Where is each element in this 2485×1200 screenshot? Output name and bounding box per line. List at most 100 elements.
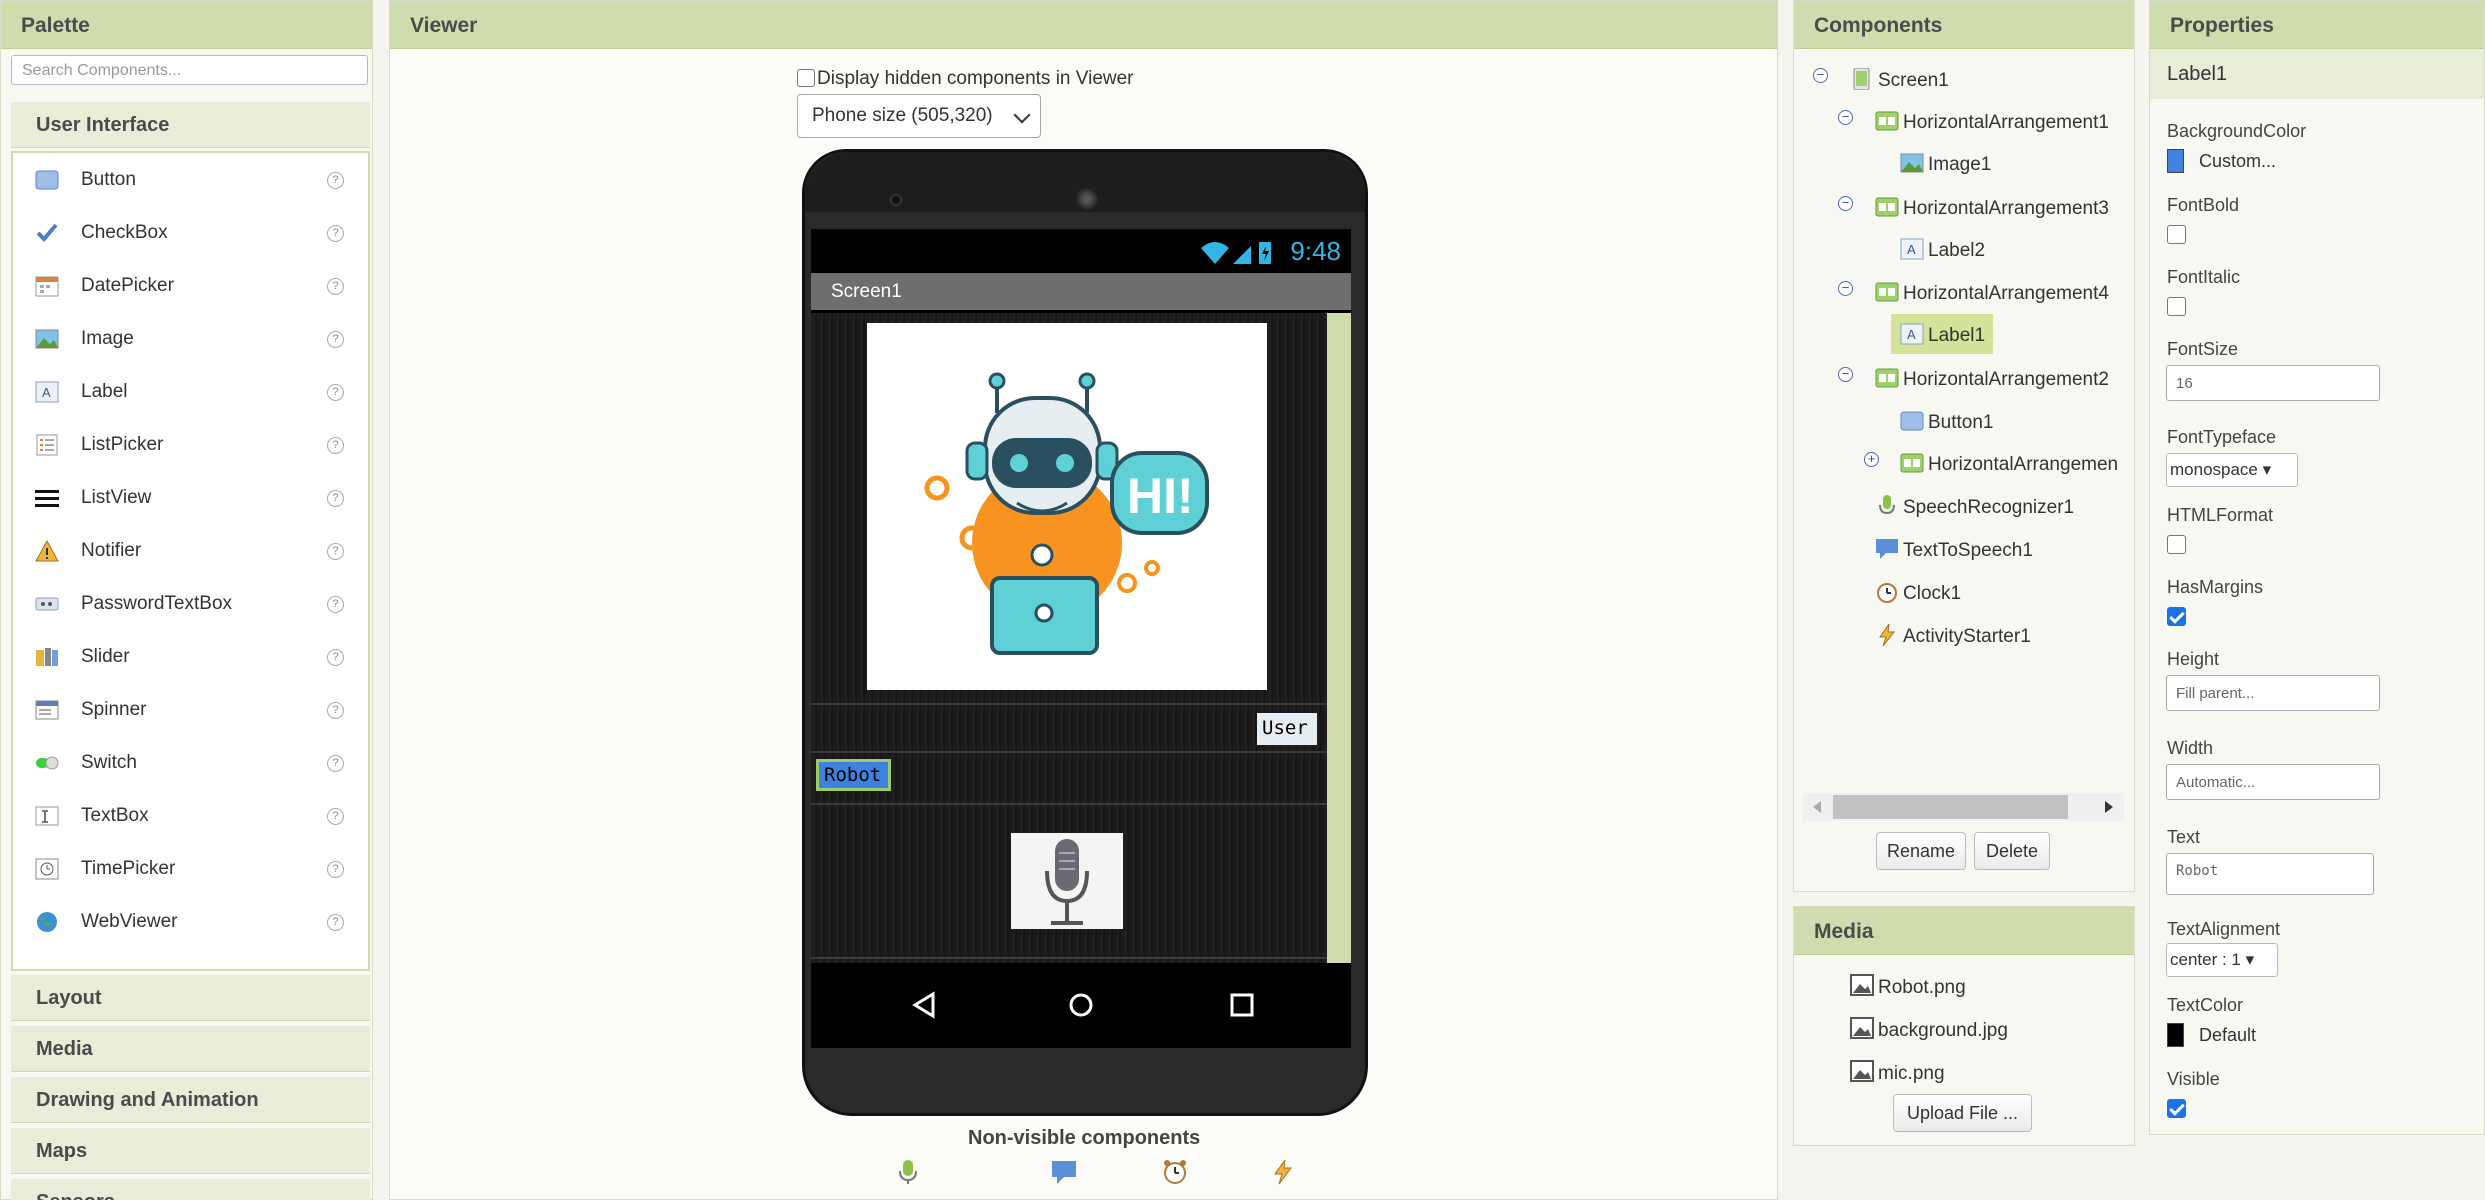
activity-starter-icon[interactable] (1270, 1159, 1296, 1185)
speech-recognizer-icon[interactable] (895, 1159, 921, 1185)
help-icon[interactable]: ? (327, 225, 344, 242)
palette-item-listview[interactable]: ListView ? (13, 471, 368, 524)
recents-icon[interactable] (1229, 991, 1255, 1019)
help-icon[interactable]: ? (327, 702, 344, 719)
textalignment-select[interactable]: center : 1 ▾ (2166, 943, 2278, 977)
tree-item-horizontalarrangement2[interactable]: HorizontalArrangement2 (1875, 367, 2109, 397)
delete-button[interactable]: Delete (1974, 832, 2050, 870)
tree-item-label: ActivityStarter1 (1903, 626, 2031, 647)
backgroundcolor-value[interactable]: Custom... (2199, 151, 2276, 172)
textcolor-value[interactable]: Default (2199, 1025, 2256, 1046)
tree-item-clock1[interactable]: Clock1 (1875, 581, 1961, 611)
clock-icon[interactable] (1162, 1159, 1188, 1185)
text-textarea[interactable]: Robot (2166, 853, 2374, 895)
htmlformat-checkbox[interactable] (2167, 535, 2186, 554)
help-icon[interactable]: ? (327, 437, 344, 454)
mic-button[interactable] (1011, 833, 1123, 929)
category-maps[interactable]: Maps (11, 1128, 370, 1174)
help-icon[interactable]: ? (327, 278, 344, 295)
tree-item-horizontalarrangement4[interactable]: HorizontalArrangement4 (1875, 281, 2109, 311)
palette-item-slider[interactable]: Slider ? (13, 630, 368, 683)
collapse-icon[interactable]: − (1838, 281, 1853, 296)
checkbox-box[interactable] (797, 69, 815, 87)
tree-item-label: TextToSpeech1 (1903, 540, 2033, 561)
expand-icon[interactable]: + (1864, 452, 1879, 467)
tree-item-label2[interactable]: A Label2 (1900, 238, 1985, 268)
help-icon[interactable]: ? (327, 861, 344, 878)
palette-item-label[interactable]: A Label ? (13, 365, 368, 418)
media-file-robot[interactable]: Robot.png (1850, 974, 1966, 999)
home-icon[interactable] (1067, 991, 1095, 1019)
help-icon[interactable]: ? (327, 490, 344, 507)
tree-item-speechrecognizer1[interactable]: SpeechRecognizer1 (1875, 495, 2074, 525)
phone-size-select[interactable]: Phone size (505,320) (797, 94, 1041, 138)
textcolor-swatch[interactable] (2167, 1023, 2184, 1047)
palette-item-checkbox[interactable]: CheckBox ? (13, 206, 368, 259)
label1-robot[interactable]: Robot (816, 759, 891, 791)
fontbold-checkbox[interactable] (2167, 225, 2186, 244)
collapse-icon[interactable]: − (1838, 367, 1853, 382)
help-icon[interactable]: ? (327, 543, 344, 560)
fontsize-input[interactable]: 16 (2166, 365, 2380, 401)
scroll-right-icon[interactable] (2103, 800, 2115, 814)
visible-checkbox[interactable] (2167, 1099, 2186, 1118)
tree-item-horizontalarrangement3[interactable]: HorizontalArrangement3 (1875, 196, 2109, 226)
collapse-icon[interactable]: − (1838, 196, 1853, 211)
category-drawing-and-animation[interactable]: Drawing and Animation (11, 1077, 370, 1123)
search-components-input[interactable]: Search Components... (11, 55, 368, 85)
fonttypeface-select[interactable]: monospace ▾ (2166, 453, 2298, 487)
category-media[interactable]: Media (11, 1026, 370, 1072)
label2-user[interactable]: User (1257, 713, 1317, 745)
tree-item-screen1[interactable]: Screen1 (1850, 68, 1949, 98)
fontitalic-checkbox[interactable] (2167, 297, 2186, 316)
svg-text:A: A (42, 385, 51, 400)
palette-item-timepicker[interactable]: TimePicker ? (13, 842, 368, 895)
height-input[interactable]: Fill parent... (2166, 675, 2380, 711)
scrollbar-thumb[interactable] (1833, 795, 2068, 819)
help-icon[interactable]: ? (327, 755, 344, 772)
tree-item-texttospeech1[interactable]: TextToSpeech1 (1875, 538, 2033, 568)
components-horizontal-scrollbar[interactable] (1803, 793, 2124, 821)
tree-item-activitystarter1[interactable]: ActivityStarter1 (1875, 624, 2031, 654)
category-sensors[interactable]: Sensors (11, 1179, 370, 1200)
palette-item-spinner[interactable]: Spinner ? (13, 683, 368, 736)
media-file-mic[interactable]: mic.png (1850, 1060, 1945, 1085)
palette-item-listpicker[interactable]: ListPicker ? (13, 418, 368, 471)
tree-item-horizontalarrangement1[interactable]: HorizontalArrangement1 (1875, 110, 2109, 140)
back-icon[interactable] (911, 991, 937, 1019)
tree-item-label1-selected[interactable]: A Label1 (1900, 323, 1985, 353)
help-icon[interactable]: ? (327, 914, 344, 931)
category-user-interface[interactable]: User Interface (11, 102, 370, 148)
robot-image[interactable]: HI! (867, 323, 1267, 690)
palette-item-webviewer[interactable]: WebViewer ? (13, 895, 368, 948)
palette-item-notifier[interactable]: Notifier ? (13, 524, 368, 577)
help-icon[interactable]: ? (327, 172, 344, 189)
help-icon[interactable]: ? (327, 331, 344, 348)
upload-file-button[interactable]: Upload File ... (1893, 1094, 2032, 1132)
help-icon[interactable]: ? (327, 596, 344, 613)
media-file-background[interactable]: background.jpg (1850, 1017, 2008, 1042)
palette-item-datepicker[interactable]: DatePicker ? (13, 259, 368, 312)
tree-item-image1[interactable]: Image1 (1900, 152, 1991, 182)
palette-item-button[interactable]: Button ? (13, 153, 368, 206)
palette-item-image[interactable]: Image ? (13, 312, 368, 365)
category-layout[interactable]: Layout (11, 975, 370, 1021)
collapse-icon[interactable]: − (1838, 110, 1853, 125)
help-icon[interactable]: ? (327, 384, 344, 401)
tree-item-horizontalarrangement5[interactable]: HorizontalArrangemen (1900, 452, 2134, 482)
display-hidden-checkbox[interactable]: Display hidden components in Viewer (797, 68, 1134, 90)
tree-item-button1[interactable]: Button1 (1900, 410, 1994, 440)
palette-item-passwordtextbox[interactable]: PasswordTextBox ? (13, 577, 368, 630)
password-icon (35, 597, 59, 611)
text-to-speech-icon[interactable] (1051, 1159, 1077, 1185)
rename-button[interactable]: Rename (1876, 832, 1966, 870)
help-icon[interactable]: ? (327, 808, 344, 825)
palette-item-textbox[interactable]: TextBox ? (13, 789, 368, 842)
width-input[interactable]: Automatic... (2166, 764, 2380, 800)
help-icon[interactable]: ? (327, 649, 344, 666)
palette-item-switch[interactable]: Switch ? (13, 736, 368, 789)
hasmargins-checkbox[interactable] (2167, 607, 2186, 626)
collapse-icon[interactable]: − (1813, 68, 1828, 83)
scroll-left-icon[interactable] (1811, 800, 1823, 814)
backgroundcolor-swatch[interactable] (2167, 149, 2184, 173)
